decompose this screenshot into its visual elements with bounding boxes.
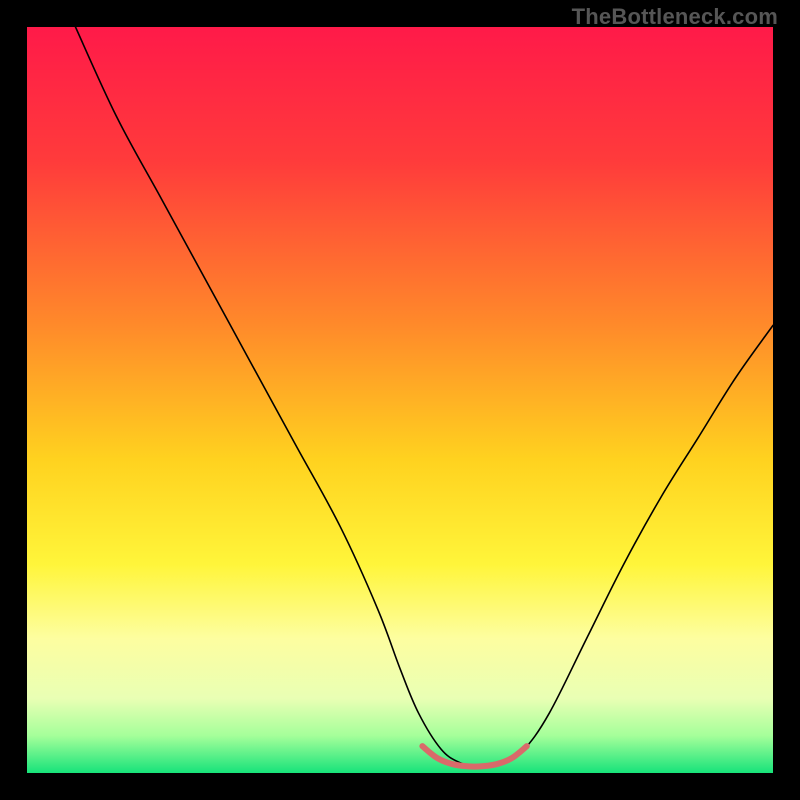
- watermark-text: TheBottleneck.com: [572, 4, 778, 30]
- chart-background: [27, 27, 773, 773]
- chart-frame: TheBottleneck.com: [0, 0, 800, 800]
- plot-area: [27, 27, 773, 773]
- chart-svg: [27, 27, 773, 773]
